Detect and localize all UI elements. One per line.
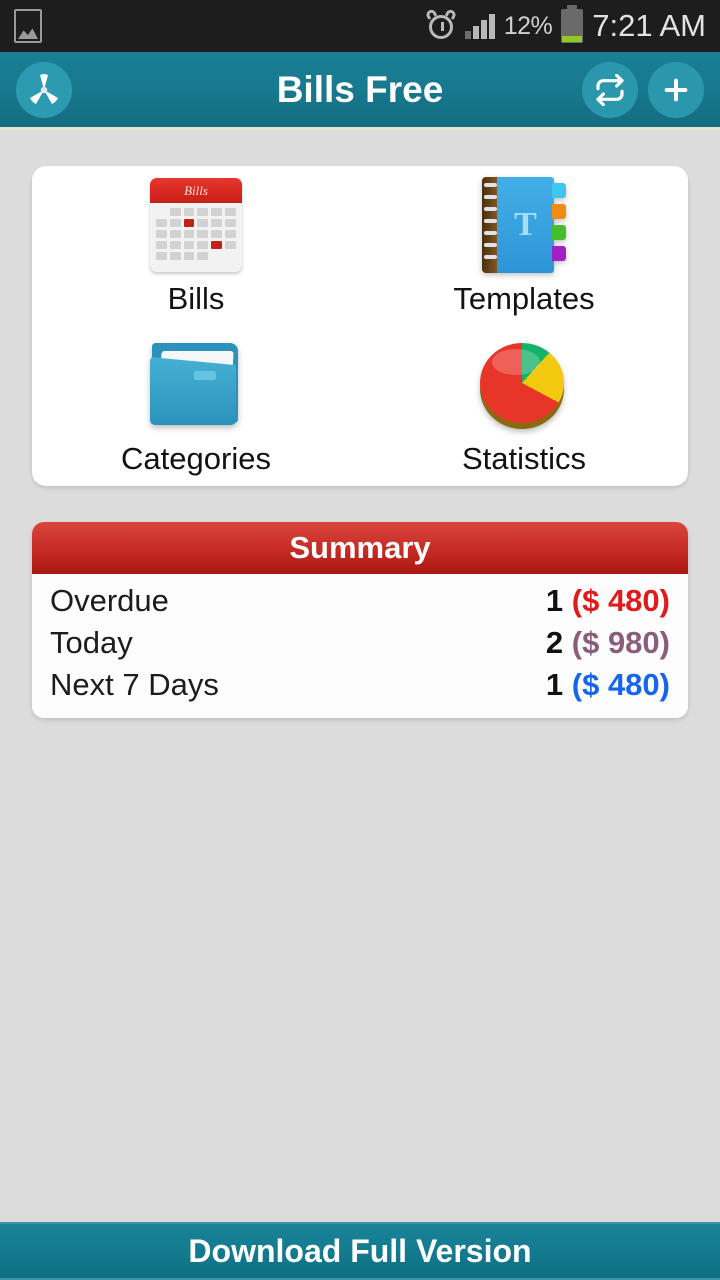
- summary-header: Summary: [32, 522, 688, 574]
- menu-item-bills[interactable]: Bills Bills: [32, 166, 360, 326]
- menu-item-templates[interactable]: T Templates: [360, 166, 688, 326]
- menu-item-categories[interactable]: Categories: [32, 326, 360, 486]
- summary-row-label: Next 7 Days: [50, 667, 219, 702]
- summary-row-amount: ($ 480): [571, 583, 670, 618]
- main-menu-card: Bills Bills T Templates Categories Stati…: [32, 166, 688, 486]
- battery-icon: [561, 5, 584, 43]
- summary-row-label: Overdue: [50, 583, 169, 618]
- signal-bars-icon: [464, 13, 495, 39]
- folder-icon: [146, 335, 246, 435]
- app-bar-actions: [582, 61, 704, 118]
- repeat-icon: [596, 73, 624, 106]
- repeat-button[interactable]: [582, 61, 638, 118]
- menu-item-label: Statistics: [461, 441, 587, 476]
- menu-item-label: Templates: [453, 281, 595, 316]
- plus-icon: [664, 78, 688, 101]
- notebook-icon-letter: T: [514, 206, 537, 243]
- status-bar-right: 12% 7:21 AM: [424, 5, 706, 44]
- propeller-logo-icon: [30, 73, 58, 104]
- menu-item-label: Bills: [167, 281, 225, 316]
- pie-chart-icon: [474, 335, 574, 435]
- summary-card: Summary Overdue 1 ($ 480) Today 2 ($ 980…: [32, 522, 688, 718]
- download-full-version-label: Download Full Version: [188, 1232, 532, 1269]
- summary-row-label: Today: [50, 625, 133, 660]
- status-bar-left: [14, 9, 426, 43]
- summary-row-value: 1 ($ 480): [546, 667, 670, 703]
- summary-row-next-7-days[interactable]: Next 7 Days 1 ($ 480): [50, 664, 670, 706]
- app-bar: Bills Free: [0, 52, 720, 130]
- status-bar: 12% 7:21 AM: [0, 0, 720, 52]
- summary-title: Summary: [289, 530, 431, 565]
- summary-row-value: 1 ($ 480): [546, 583, 670, 619]
- summary-row-count: 1: [545, 583, 564, 618]
- summary-row-overdue[interactable]: Overdue 1 ($ 480): [50, 580, 670, 622]
- add-button[interactable]: [648, 61, 704, 118]
- image-icon: [14, 9, 42, 43]
- summary-body: Overdue 1 ($ 480) Today 2 ($ 980) Next 7…: [32, 574, 688, 718]
- menu-item-statistics[interactable]: Statistics: [360, 326, 688, 486]
- status-bar-clock: 7:21 AM: [592, 8, 706, 43]
- calendar-icon-title: Bills: [184, 182, 208, 198]
- download-full-version-banner[interactable]: Download Full Version: [0, 1222, 720, 1280]
- menu-item-label: Categories: [121, 441, 271, 476]
- calendar-icon: Bills: [146, 175, 246, 275]
- summary-row-amount: ($ 980): [571, 625, 670, 660]
- summary-row-today[interactable]: Today 2 ($ 980): [50, 622, 670, 664]
- summary-row-count: 1: [545, 667, 564, 702]
- battery-percent-label: 12%: [503, 11, 553, 40]
- summary-row-count: 2: [545, 625, 564, 660]
- app-logo-button[interactable]: [16, 61, 72, 118]
- summary-row-value: 2 ($ 980): [546, 625, 670, 661]
- summary-row-amount: ($ 480): [571, 667, 670, 702]
- alarm-clock-icon: [424, 8, 457, 42]
- notebook-icon: T: [474, 175, 574, 275]
